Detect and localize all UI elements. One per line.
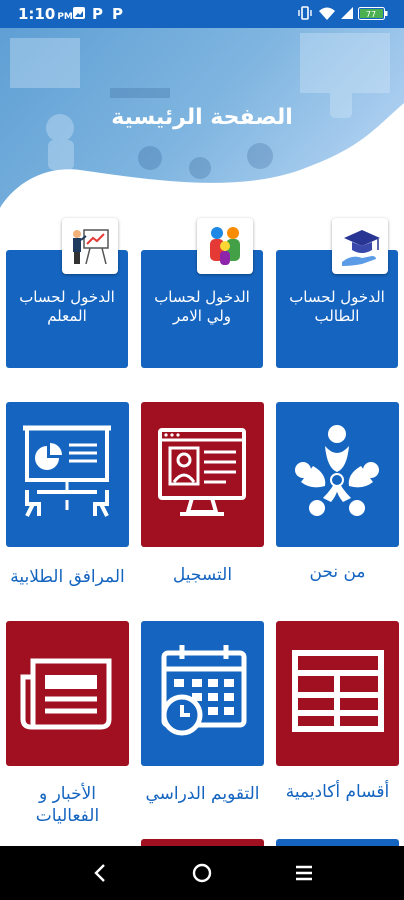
login-teacher-label: الدخول لحساب المعلم: [19, 288, 115, 325]
status-time: 1:10 PM: [18, 5, 73, 23]
login-student-label: الدخول لحساب الطالب: [289, 288, 385, 325]
page-title: الصفحة الرئيسية: [111, 105, 293, 130]
parking-notification-icon-2: P: [112, 6, 123, 20]
news-label: الأخبار و الفعاليات: [35, 784, 100, 826]
facilities-tile[interactable]: [6, 402, 129, 547]
recents-menu-icon[interactable]: [290, 859, 318, 887]
calendar-label: التقويم الدراسي: [145, 784, 260, 804]
departments-label: أقسام أكاديمية: [285, 782, 390, 802]
family-icon: [197, 218, 253, 274]
svg-text:P: P: [92, 6, 103, 20]
image-notification-icon: [73, 7, 85, 19]
departments-tile[interactable]: [276, 621, 399, 766]
graduation-cap-hand-icon: [332, 218, 388, 274]
wifi-icon: [319, 7, 335, 20]
classroom-board-icon: [23, 425, 111, 517]
registration-tile[interactable]: [141, 402, 264, 547]
about-tile[interactable]: [276, 402, 399, 547]
battery-level: 77: [366, 10, 376, 19]
system-navigation-bar: [0, 846, 404, 900]
battery-icon: 77: [358, 7, 388, 20]
home-icon[interactable]: [188, 859, 216, 887]
login-parent-label: الدخول لحساب ولي الامر: [154, 288, 250, 325]
header-banner: الصفحة الرئيسية: [0, 28, 404, 218]
vibrate-icon: [298, 6, 312, 20]
newspaper-icon: [20, 658, 112, 730]
table-grid-icon: [292, 650, 384, 732]
online-form-icon: [158, 428, 246, 516]
cell-signal-icon: [341, 7, 353, 19]
facilities-label: المرافق الطلابية: [10, 567, 125, 587]
calendar-clock-icon: [161, 645, 247, 736]
back-icon[interactable]: [86, 859, 114, 887]
calendar-tile[interactable]: [141, 621, 264, 766]
status-ampm: PM: [57, 12, 73, 22]
svg-text:P: P: [112, 6, 123, 20]
registration-label: التسجيل: [172, 565, 233, 585]
parking-notification-icon: P: [92, 6, 103, 20]
status-time-value: 1:10: [18, 5, 56, 23]
news-tile[interactable]: [6, 621, 129, 766]
people-circle-icon: [295, 425, 379, 516]
about-label: من نحن: [309, 562, 366, 582]
status-bar: 1:10 PM P P 77: [0, 0, 404, 28]
teacher-presentation-icon: [62, 218, 118, 274]
